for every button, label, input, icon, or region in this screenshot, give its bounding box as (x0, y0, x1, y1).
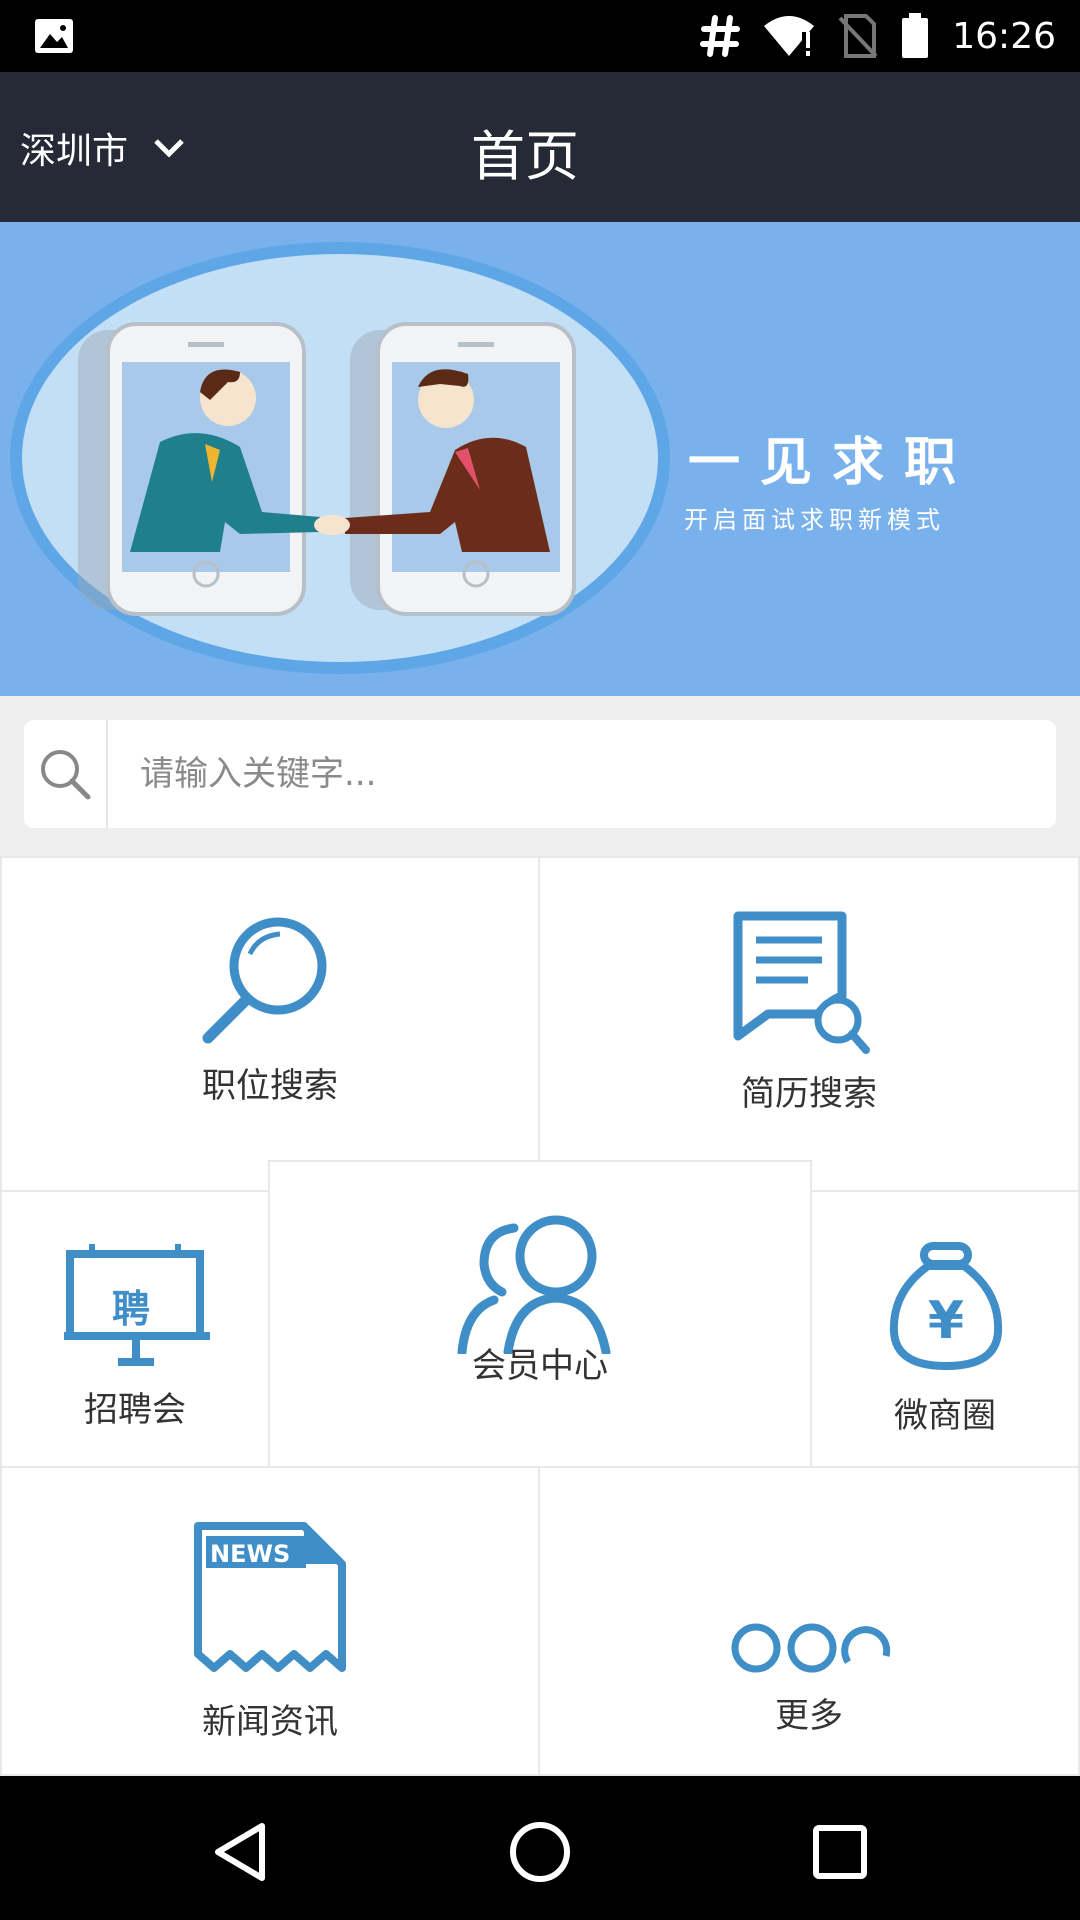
resume-search-icon (733, 911, 870, 1054)
news-label: 新闻资讯 (202, 1702, 338, 1742)
banner-subslogan: 开启面试求职新模式 (684, 506, 945, 534)
tile-member-center[interactable]: 会员中心 (268, 1160, 812, 1468)
search-section (0, 696, 1080, 856)
tile-wechat-circle[interactable]: ¥ 微商圈 (810, 1190, 1080, 1468)
recents-square-icon (813, 1825, 867, 1879)
svg-text:¥: ¥ (928, 1291, 964, 1351)
feature-grid: 职位搜索 简历搜索 聘 招聘会 会员中心 ¥ 微商圈 NEWS 新闻资讯 更多 (0, 856, 1080, 1776)
banner-slogan: 一见求职 (688, 432, 977, 493)
wifi-icon (764, 16, 815, 56)
no-sim-icon (838, 14, 878, 58)
promo-banner[interactable]: 一见求职 开启面试求职新模式 (0, 222, 1080, 696)
tile-more[interactable]: 更多 (538, 1466, 1080, 1776)
back-button[interactable] (200, 1812, 280, 1892)
image-notification-icon (35, 19, 73, 53)
wechat-circle-label: 微商圈 (894, 1396, 996, 1436)
recents-button[interactable] (800, 1812, 880, 1892)
system-nav-bar (0, 1776, 1080, 1920)
hash-icon (700, 15, 741, 57)
member-center-label: 会员中心 (472, 1346, 608, 1386)
search-bar[interactable] (24, 720, 1056, 828)
job-fair-sign: 聘 (112, 1287, 151, 1331)
page-title: 首页 (471, 125, 579, 188)
search-icon-cell[interactable] (24, 720, 108, 828)
members-icon (457, 1215, 611, 1354)
magnifier-icon (202, 917, 327, 1044)
home-circle-icon (510, 1822, 570, 1882)
search-input[interactable] (138, 723, 1056, 825)
more-label: 更多 (775, 1696, 843, 1736)
tile-news[interactable]: NEWS 新闻资讯 (0, 1466, 540, 1776)
clock: 16:26 (952, 15, 1056, 57)
tile-job-fair[interactable]: 聘 招聘会 (0, 1190, 270, 1468)
tile-resume-search[interactable]: 简历搜索 (538, 856, 1080, 1192)
job-search-label: 职位搜索 (202, 1066, 338, 1106)
back-triangle-icon (215, 1823, 265, 1881)
resume-search-label: 简历搜索 (741, 1074, 877, 1114)
app-header: 深圳市 首页 (0, 72, 1080, 222)
search-icon (41, 750, 91, 800)
status-bar: 16:26 (0, 0, 1080, 72)
battery-icon (902, 13, 929, 58)
home-button[interactable] (500, 1812, 580, 1892)
news-tag: NEWS (210, 1540, 291, 1568)
more-dots-icon (731, 1623, 891, 1673)
job-fair-label: 招聘会 (84, 1390, 186, 1430)
money-bag-icon: ¥ (889, 1242, 1003, 1371)
tile-job-search[interactable]: 职位搜索 (0, 856, 540, 1192)
